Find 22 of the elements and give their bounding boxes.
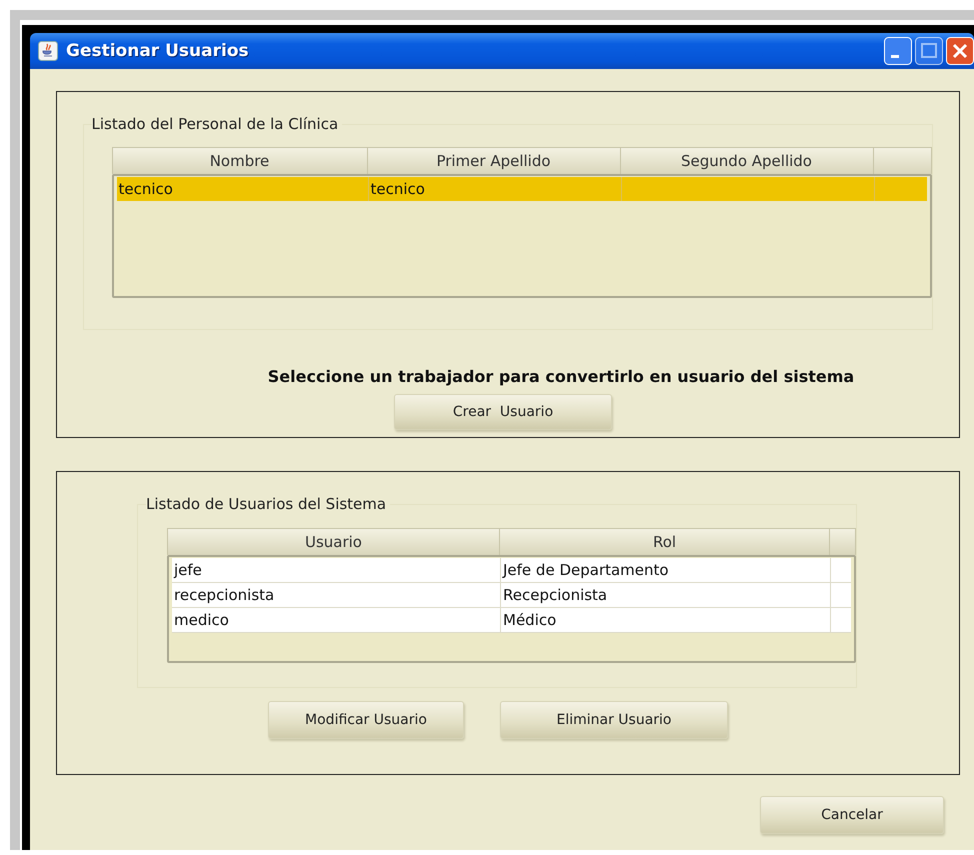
table-row[interactable]: medico Médico [172,608,851,633]
create-user-button[interactable]: Crear Usuario [394,394,612,430]
maximize-button[interactable] [915,37,943,65]
table-cell: tecnico [368,177,622,201]
table-cell: tecnico [116,177,368,201]
table-row[interactable]: jefe Jefe de Departamento [172,558,851,583]
minimize-button[interactable] [884,37,912,65]
table-row[interactable]: recepcionista Recepcionista [172,583,851,608]
close-button[interactable] [946,37,974,65]
window-title: Gestionar Usuarios [66,41,250,61]
table-cell: jefe [172,558,501,582]
instruction-text: Seleccione un trabajador para convertirlo en usuario del sistema [268,367,854,386]
cancel-button[interactable]: Cancelar [760,796,944,834]
coffee-cup-icon [38,41,58,61]
table-cell: Médico [501,608,831,632]
table-row[interactable]: tecnico tecnico [116,177,926,201]
delete-user-button[interactable]: Eliminar Usuario [500,701,728,739]
table-cell: Recepcionista [501,583,831,607]
table-cell: Jefe de Departamento [501,558,831,582]
table-cell: recepcionista [172,583,501,607]
table-cell: medico [172,608,501,632]
modify-user-button[interactable]: Modificar Usuario [268,701,464,739]
